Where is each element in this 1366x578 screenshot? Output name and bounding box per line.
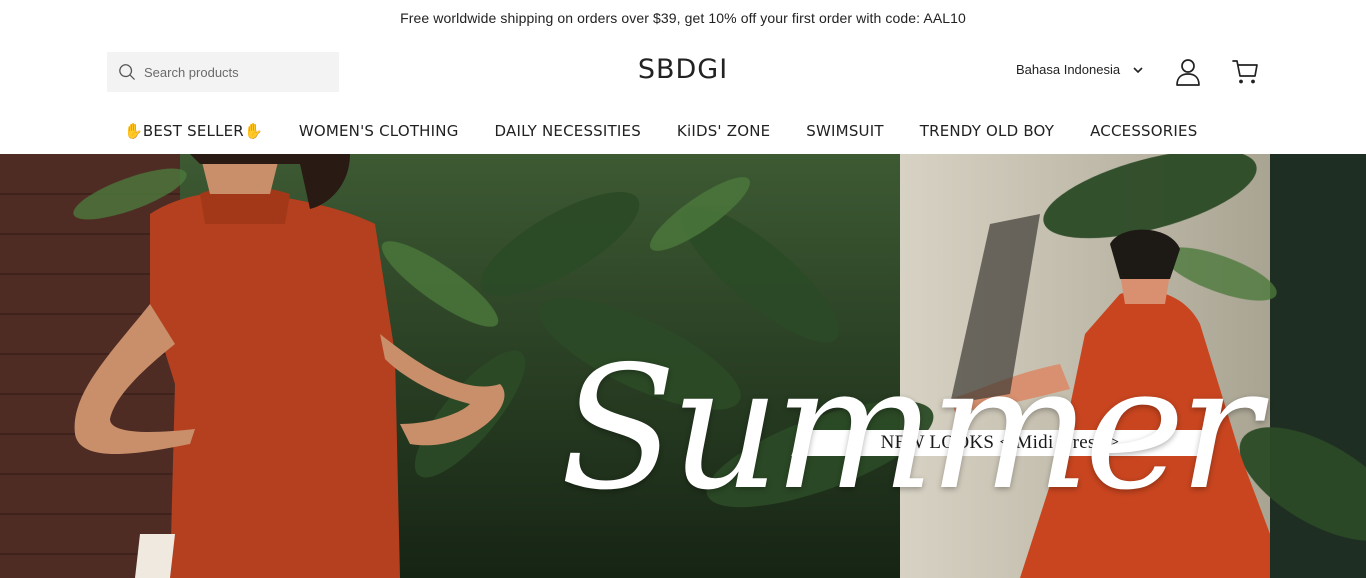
main-nav: ✋BEST SELLER✋ WOMEN'S CLOTHING DAILY NEC… xyxy=(0,108,1366,154)
hand-emoji-icon: ✋ xyxy=(124,122,143,140)
cart-button[interactable] xyxy=(1230,57,1260,87)
nav-item-daily-necessities[interactable]: DAILY NECESSITIES xyxy=(495,122,641,140)
user-icon xyxy=(1176,59,1200,86)
language-selector[interactable]: Bahasa Indonesia xyxy=(1016,62,1144,77)
nav-item-best-seller[interactable]: ✋BEST SELLER✋ xyxy=(124,122,263,140)
search-icon[interactable] xyxy=(118,63,136,81)
cart-icon xyxy=(1232,60,1258,84)
search-input[interactable] xyxy=(144,64,324,80)
hand-emoji-icon: ✋ xyxy=(243,122,263,140)
chevron-down-icon xyxy=(1133,66,1143,73)
account-button[interactable] xyxy=(1174,57,1202,87)
hero-banner[interactable]: NEW LOOKS < Midi Dress > Summer xyxy=(0,154,1366,578)
language-label: Bahasa Indonesia xyxy=(1016,62,1121,77)
announcement-text: Free worldwide shipping on orders over $… xyxy=(400,10,966,26)
site-header: SBDGI Bahasa Indonesia xyxy=(0,36,1366,108)
search-box[interactable] xyxy=(107,52,339,92)
hero-title: Summer xyxy=(560,330,1260,528)
announcement-bar: Free worldwide shipping on orders over $… xyxy=(0,0,1366,36)
nav-item-accessories[interactable]: ACCESSORIES xyxy=(1090,122,1197,140)
nav-item-trendy-old-boy[interactable]: TRENDY OLD BOY xyxy=(920,122,1054,140)
nav-item-kids-zone[interactable]: KiIDS' ZONE xyxy=(677,122,770,140)
nav-item-label: BEST SELLER xyxy=(142,122,244,140)
nav-item-swimsuit[interactable]: SWIMSUIT xyxy=(806,122,883,140)
nav-item-womens-clothing[interactable]: WOMEN'S CLOTHING xyxy=(299,122,459,140)
site-logo[interactable]: SBDGI xyxy=(638,54,728,85)
